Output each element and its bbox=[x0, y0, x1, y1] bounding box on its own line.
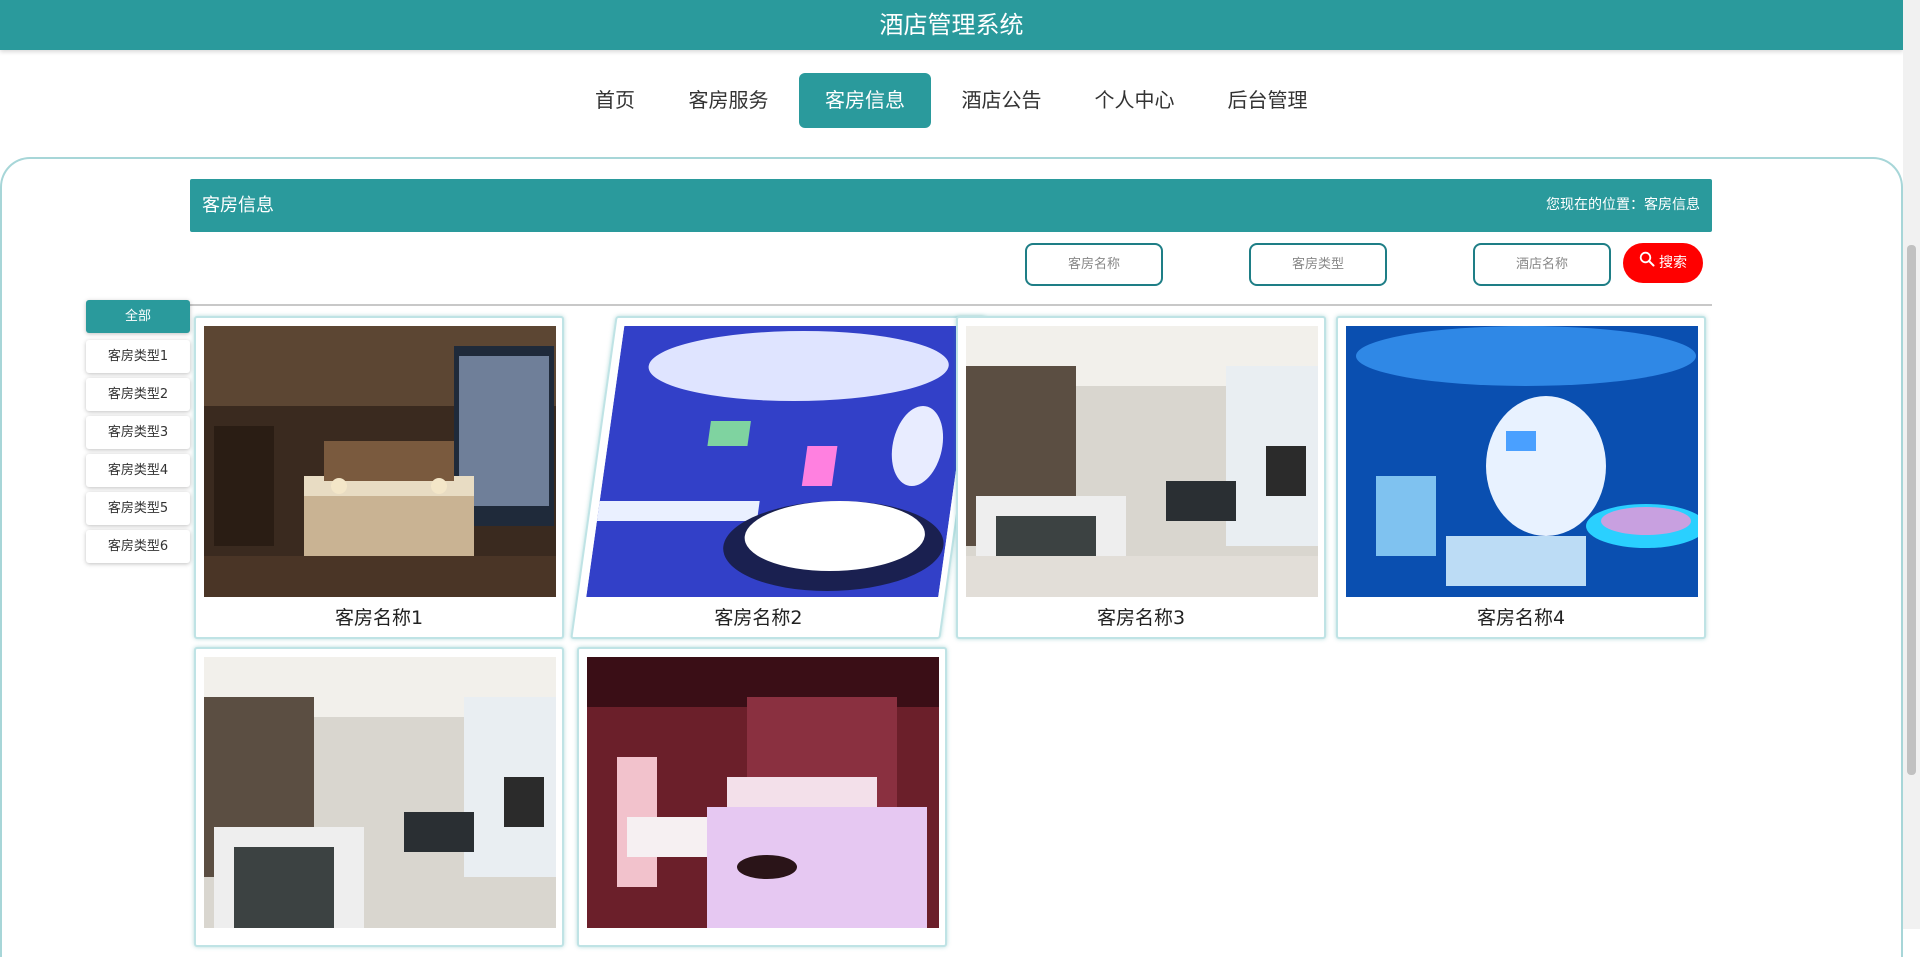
room-name: 客房名称4 bbox=[1476, 607, 1566, 629]
category-item[interactable]: 客房类型4 bbox=[86, 454, 190, 487]
scrollbar-thumb[interactable] bbox=[1907, 245, 1916, 775]
main-nav: 首页 客房服务 客房信息 酒店公告 个人中心 后台管理 bbox=[0, 50, 1903, 150]
search-button-label: 搜索 bbox=[1659, 255, 1687, 271]
room-photo bbox=[1346, 326, 1698, 597]
search-icon bbox=[1639, 243, 1655, 283]
divider bbox=[190, 304, 1712, 306]
breadcrumb: 您现在的位置：客房信息 bbox=[1546, 197, 1700, 213]
room-type-input[interactable] bbox=[1249, 243, 1387, 286]
room-name: 客房名称3 bbox=[1096, 607, 1186, 629]
room-card[interactable] bbox=[577, 647, 947, 947]
app-title: 酒店管理系统 bbox=[879, 11, 1024, 39]
room-name-input[interactable] bbox=[1025, 243, 1163, 286]
nav-room-info[interactable]: 客房信息 bbox=[799, 73, 931, 128]
room-photo bbox=[966, 326, 1318, 597]
scrollbar[interactable] bbox=[1903, 0, 1920, 929]
page-header: 客房信息 您现在的位置：客房信息 bbox=[190, 179, 1712, 232]
room-card[interactable]: 客房名称4 bbox=[1336, 316, 1706, 639]
room-card[interactable] bbox=[194, 647, 564, 947]
room-card[interactable]: 客房名称2 bbox=[570, 316, 986, 639]
room-photo bbox=[204, 326, 556, 597]
page-title: 客房信息 bbox=[202, 195, 274, 216]
hotel-name-input[interactable] bbox=[1473, 243, 1611, 286]
nav-personal-center[interactable]: 个人中心 bbox=[1082, 73, 1187, 128]
category-item[interactable]: 客房类型1 bbox=[86, 340, 190, 373]
search-button[interactable]: 搜索 bbox=[1623, 243, 1703, 283]
nav-hotel-notice[interactable]: 酒店公告 bbox=[949, 73, 1054, 128]
category-item[interactable]: 客房类型2 bbox=[86, 378, 190, 411]
nav-admin[interactable]: 后台管理 bbox=[1215, 73, 1320, 128]
category-item[interactable]: 客房类型6 bbox=[86, 530, 190, 563]
room-photo bbox=[586, 326, 977, 597]
room-card[interactable]: 客房名称3 bbox=[956, 316, 1326, 639]
room-name: 客房名称1 bbox=[334, 607, 424, 629]
category-item[interactable]: 客房类型3 bbox=[86, 416, 190, 449]
nav-home[interactable]: 首页 bbox=[584, 73, 646, 128]
category-all[interactable]: 全部 bbox=[86, 300, 190, 333]
room-photo bbox=[204, 657, 556, 928]
nav-room-service[interactable]: 客房服务 bbox=[676, 73, 781, 128]
category-item[interactable]: 客房类型5 bbox=[86, 492, 190, 525]
room-card[interactable]: 客房名称1 bbox=[194, 316, 564, 639]
room-name: 客房名称2 bbox=[714, 607, 803, 629]
room-photo bbox=[587, 657, 939, 928]
app-header: 酒店管理系统 bbox=[0, 0, 1903, 50]
